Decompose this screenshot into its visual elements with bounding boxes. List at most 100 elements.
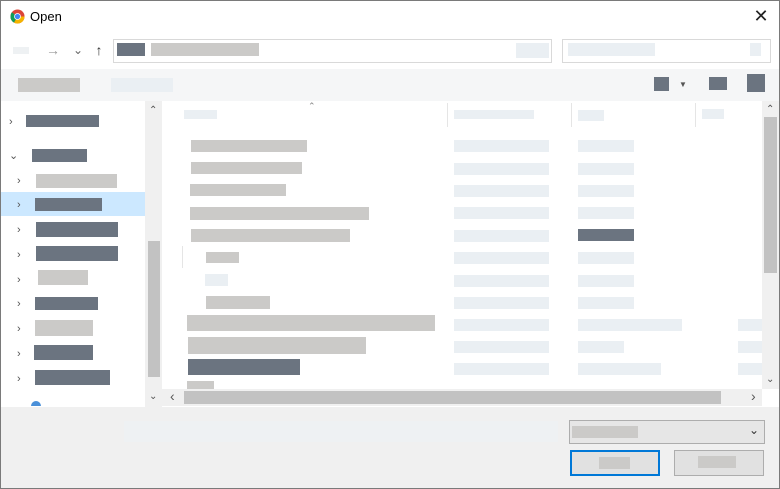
nav-item-label (35, 297, 98, 310)
date-cell (454, 275, 549, 287)
search-icon (750, 43, 761, 56)
file-type-select[interactable]: ⌄ (569, 420, 765, 444)
column-divider[interactable] (447, 103, 448, 127)
file-name-input[interactable] (124, 421, 558, 442)
scroll-down-arrow[interactable]: ⌄ (766, 375, 774, 385)
search-input[interactable] (562, 39, 771, 63)
forward-button[interactable]: → (44, 40, 62, 60)
type-cell (578, 229, 634, 241)
column-size-header[interactable] (702, 109, 724, 119)
chevron-right-icon: › (17, 249, 21, 261)
recent-locations-button[interactable]: ⌄ (69, 40, 87, 60)
refresh-button[interactable] (516, 43, 549, 58)
file-name-cell[interactable] (206, 296, 270, 309)
chevron-right-icon: › (17, 274, 21, 286)
nav-item-label (38, 270, 88, 285)
type-cell (578, 252, 634, 264)
nav-item-folder[interactable]: › (1, 366, 145, 390)
file-name-cell[interactable] (206, 252, 239, 263)
file-name-cell[interactable] (205, 274, 228, 286)
file-name-cell[interactable] (190, 184, 286, 196)
nav-item-folder[interactable]: › (1, 267, 145, 291)
date-cell (454, 297, 549, 309)
nav-item-folder[interactable]: › (1, 217, 145, 241)
cancel-button[interactable] (674, 450, 764, 476)
file-name-cell[interactable] (187, 381, 214, 389)
date-cell (454, 185, 549, 197)
new-folder-button[interactable] (111, 78, 173, 92)
organize-menu-button[interactable] (18, 78, 80, 92)
chevron-down-icon: ⌄ (9, 150, 19, 162)
column-type-header[interactable] (578, 110, 604, 121)
nav-item-folder[interactable]: › (1, 316, 145, 340)
column-divider[interactable] (695, 103, 696, 127)
navigation-pane: › ⌄ › › › › › › › › › (1, 101, 161, 407)
nav-item-quick-access[interactable]: › (1, 109, 145, 133)
nav-item-label (35, 370, 110, 385)
chevron-right-icon: › (17, 224, 21, 236)
type-cell (578, 185, 634, 197)
tree-line (182, 246, 183, 268)
file-name-cell[interactable] (188, 359, 300, 375)
nav-pane-scroll-thumb[interactable] (148, 241, 160, 377)
nav-item-label (35, 198, 102, 211)
scroll-down-arrow[interactable]: ⌄ (149, 392, 157, 402)
nav-item-folder[interactable]: › (1, 341, 145, 365)
help-icon[interactable] (747, 74, 765, 92)
window-title: Open (30, 9, 62, 24)
column-date-header[interactable] (454, 110, 534, 119)
command-bar: ▼ (1, 69, 779, 101)
type-cell (578, 363, 661, 375)
pane-icon[interactable] (709, 77, 727, 90)
file-list-vertical-scroll-thumb[interactable] (764, 117, 777, 273)
type-cell (578, 163, 634, 175)
chevron-right-icon: › (17, 373, 21, 385)
file-name-cell[interactable] (191, 140, 307, 152)
chevron-right-icon: › (17, 175, 21, 187)
back-button[interactable] (13, 40, 31, 60)
scroll-up-arrow[interactable]: ⌃ (149, 106, 157, 116)
nav-item-folder-selected[interactable]: › (1, 192, 145, 216)
type-cell (578, 140, 634, 152)
recent-locations-icon: ⌄ (72, 43, 84, 57)
chevron-right-icon: › (17, 199, 21, 211)
column-header: ⌃ (162, 101, 762, 129)
address-bar[interactable] (113, 39, 552, 63)
chevron-down-icon: ⌄ (749, 423, 760, 437)
open-dialog: Open ✕ → ⌄ ↑ ▼ › ⌄ › › › › › › › › › ⌃ ⌄… (0, 0, 780, 489)
file-name-cell[interactable] (191, 162, 302, 174)
file-name-cell[interactable] (190, 207, 369, 220)
type-cell (578, 319, 682, 331)
column-name-header[interactable] (184, 110, 217, 119)
open-button[interactable] (570, 450, 660, 476)
app-icon (10, 9, 25, 24)
file-name-cell[interactable] (187, 315, 435, 331)
dropdown-icon[interactable]: ▼ (679, 80, 687, 90)
date-cell (454, 140, 549, 152)
nav-item-label (36, 246, 118, 261)
nav-item-folder[interactable]: › (1, 242, 145, 266)
close-button[interactable]: ✕ (743, 1, 779, 32)
view-icon[interactable] (654, 77, 669, 91)
up-button[interactable]: ↑ (90, 40, 108, 60)
date-cell (454, 207, 549, 219)
type-cell (578, 275, 634, 287)
sort-ascending-icon: ⌃ (308, 101, 316, 111)
nav-item-folder[interactable]: › (1, 291, 145, 315)
size-cell (738, 341, 762, 353)
title-bar: Open ✕ (1, 1, 779, 32)
column-divider[interactable] (571, 103, 572, 127)
date-cell (454, 252, 549, 264)
scroll-up-arrow[interactable]: ⌃ (766, 105, 774, 115)
file-name-cell[interactable] (188, 337, 366, 354)
back-icon (13, 47, 29, 54)
scroll-left-arrow[interactable]: ‹ (170, 389, 175, 403)
date-cell (454, 163, 549, 175)
file-name-cell[interactable] (191, 229, 350, 242)
file-list-horizontal-scroll-thumb[interactable] (184, 391, 721, 404)
nav-item-folder[interactable]: › (1, 169, 145, 193)
nav-item-this-pc[interactable]: ⌄ (1, 143, 145, 167)
date-cell (454, 230, 549, 242)
address-location-icon (117, 43, 145, 56)
scroll-right-arrow[interactable]: › (751, 389, 756, 403)
